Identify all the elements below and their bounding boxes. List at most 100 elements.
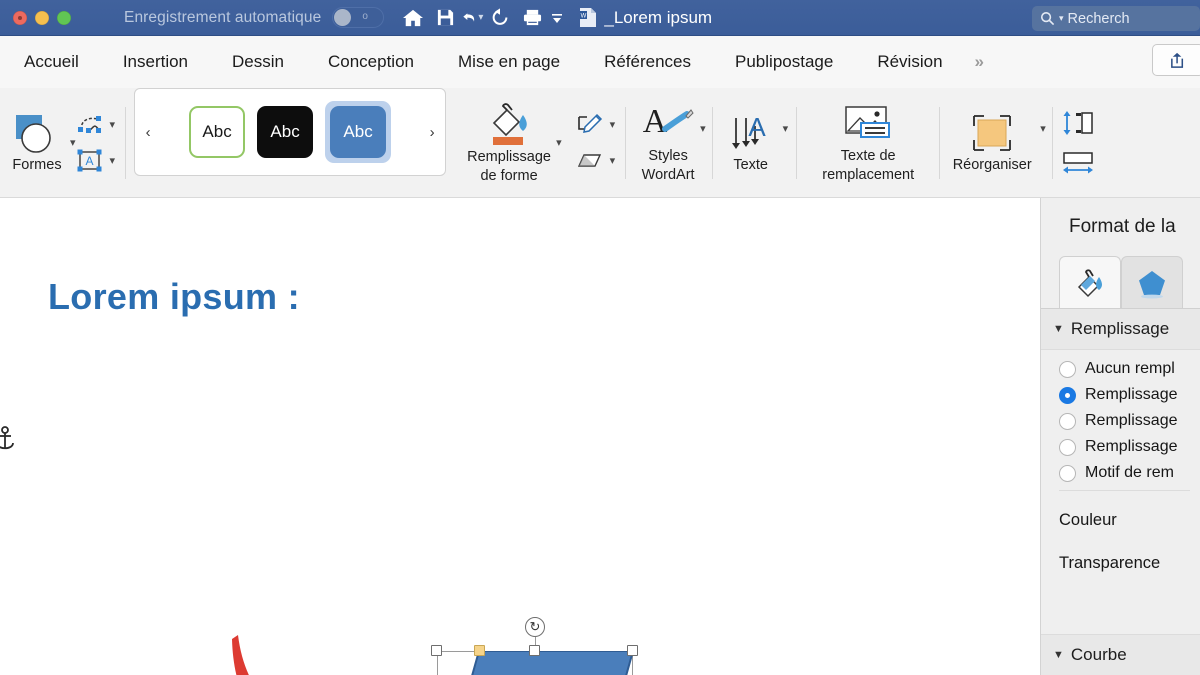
autosave-label: Enregistrement automatique [124,8,322,26]
text-box-button[interactable]: A ▾ [76,149,116,173]
fill-color-row[interactable]: Couleur [1041,505,1200,536]
text-chevron-down-icon[interactable]: ▾ [783,122,789,135]
radio-picture-fill[interactable] [1059,438,1076,456]
resize-handle-top-left[interactable] [431,645,442,656]
shape-height-field[interactable] [1061,110,1095,136]
undo-chevron-down-icon[interactable]: ▾ [478,12,483,23]
fill-section-title: Remplissage [1070,319,1170,338]
object-anchor-icon [0,425,18,462]
ribbon-group-wordart: A Styles WordArt ▾ [626,88,706,197]
pane-tab-effects[interactable] [1121,256,1183,308]
shape-fill-label-line2: de forme [480,167,538,184]
fill-option-no-fill[interactable]: Aucun rempl [1059,360,1200,378]
shape-effects-chevron-down-icon[interactable]: ▾ [610,154,616,167]
shape-style-option-2[interactable]: Abc [257,106,314,158]
svg-text:W: W [581,14,587,20]
shape-outline-chevron-down-icon[interactable]: ▾ [610,118,616,131]
edit-shape-chevron-down-icon[interactable]: ▾ [110,118,116,131]
resize-handle-top-right[interactable] [627,645,638,656]
gallery-next-button[interactable]: › [419,124,445,141]
alt-text-icon [845,106,891,138]
maximize-window-button[interactable] [57,10,71,25]
customize-toolbar-icon[interactable] [549,4,565,32]
fill-section-body: Aucun rempl Remplissage Remplissage Remp… [1041,350,1200,505]
radio-pattern-fill[interactable] [1059,464,1076,482]
pane-tab-fill-and-line[interactable] [1059,256,1121,308]
search-box[interactable]: ▾ Recherch [1032,6,1200,31]
tab-publipostage[interactable]: Publipostage [725,48,843,76]
radio-solid-fill[interactable] [1059,386,1076,404]
title-bar: Enregistrement automatique o ▾ W _Lorem … [0,0,1200,36]
shape-effects-button[interactable]: ▾ [576,149,616,173]
text-box-chevron-down-icon[interactable]: ▾ [110,154,116,167]
text-label: Texte [733,156,768,173]
word-document-icon: W [580,8,597,27]
arrange-icon [973,114,1012,151]
curve-section-header[interactable]: ▼ Courbe [1041,634,1200,675]
shape-fill-label-line1: Remplissage [467,148,551,165]
print-icon[interactable] [517,4,547,32]
more-tabs-icon[interactable]: » [975,52,984,72]
autosave-toggle-state: o [362,11,368,22]
fill-bucket-icon [492,102,527,145]
resize-handle-top-center[interactable] [529,645,540,656]
shape-fill-chevron-down-icon[interactable]: ▾ [556,136,562,149]
fill-section-collapse-icon[interactable]: ▼ [1053,323,1064,335]
shape-style-option-3[interactable]: Abc [330,106,387,158]
tab-mise-en-page[interactable]: Mise en page [448,48,570,76]
wordart-chevron-down-icon[interactable]: ▾ [700,122,706,135]
text-direction-icon: A [731,112,766,149]
fill-option-solid[interactable]: Remplissage [1059,386,1200,404]
redo-icon[interactable] [485,4,515,32]
edit-shape-button[interactable]: ▾ [76,113,116,137]
text-direction-button[interactable]: A Texte [713,97,789,189]
arrange-button[interactable]: Réorganiser [940,97,1044,189]
search-chevron-down-icon[interactable]: ▾ [1059,13,1064,24]
curve-section-title: Courbe [1070,645,1127,664]
fill-transparency-row[interactable]: Transparence [1041,548,1200,579]
shape-outline-button[interactable]: ▾ [576,113,616,137]
tab-revision[interactable]: Révision [867,48,952,76]
shape-width-field[interactable] [1061,150,1095,176]
radio-no-fill[interactable] [1059,360,1076,378]
tab-insertion[interactable]: Insertion [113,48,198,76]
fill-option-picture[interactable]: Remplissage [1059,438,1200,456]
save-icon[interactable] [430,4,460,32]
fill-option-pattern[interactable]: Motif de rem [1059,464,1200,482]
close-window-button[interactable] [13,10,27,25]
document-title-area: W _Lorem ipsum [579,7,712,28]
gallery-prev-button[interactable]: ‹ [135,124,161,141]
tab-references[interactable]: Références [594,48,701,76]
shape-selection[interactable]: ↻ [431,617,638,675]
arrange-chevron-down-icon[interactable]: ▾ [1040,122,1046,135]
fill-option-label-2: Remplissage [1085,412,1178,429]
share-button[interactable] [1152,44,1200,76]
fill-section-header[interactable]: ▼ Remplissage [1041,309,1200,350]
edit-shape-icon [77,115,101,133]
shape-style-option-1[interactable]: Abc [189,106,246,158]
quick-access-toolbar: ▾ [398,4,565,32]
shape-fill-button[interactable]: Remplissage de forme [454,97,564,189]
rotate-handle[interactable]: ↻ [525,617,545,637]
ribbon-group-arrange: Réorganiser ▾ [940,88,1046,197]
pane-tab-strip [1041,252,1200,308]
document-heading[interactable]: Lorem ipsum : [48,276,300,318]
autosave-toggle-knob [334,9,352,26]
fill-option-gradient[interactable]: Remplissage [1059,412,1200,430]
tab-conception[interactable]: Conception [318,48,424,76]
ribbon-separator [125,106,127,179]
wordart-styles-button[interactable]: A Styles WordArt [626,97,710,189]
alt-text-button[interactable]: Texte de remplacement [797,97,939,189]
shapes-button[interactable]: Formes [0,97,74,189]
autosave-toggle[interactable]: o [332,7,385,28]
shape-adjust-handle[interactable] [474,645,485,656]
word-application-window: Enregistrement automatique o ▾ W _Lorem … [0,0,1200,675]
undo-icon[interactable] [462,4,478,32]
curve-section-collapse-icon[interactable]: ▼ [1053,649,1064,661]
minimize-window-button[interactable] [35,10,49,25]
radio-gradient-fill[interactable] [1059,412,1076,430]
tab-accueil[interactable]: Accueil [14,48,89,76]
home-icon[interactable] [398,4,428,32]
tab-dessin[interactable]: Dessin [222,48,294,76]
document-canvas[interactable]: Lorem ipsum : ↻ [0,198,1040,675]
